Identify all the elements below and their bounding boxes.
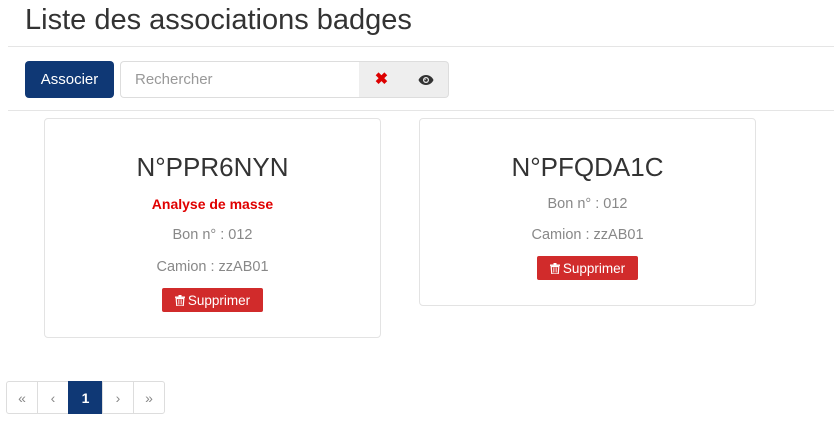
delete-button[interactable]: Supprimer [162, 288, 263, 312]
header-divider [8, 46, 834, 47]
toolbar: Associer ✖ [25, 61, 449, 98]
camion-label: Camion : zzAB01 [531, 227, 644, 243]
clear-search-button[interactable]: ✖ [359, 61, 404, 98]
close-icon: ✖ [374, 70, 389, 88]
delete-label: Supprimer [562, 260, 626, 276]
toggle-view-button[interactable] [404, 61, 449, 98]
search-group: ✖ [120, 61, 449, 98]
trash-icon [174, 294, 185, 306]
bon-number: Bon n° : 012 [547, 196, 628, 212]
page-next-button[interactable]: › [102, 381, 134, 414]
page-first-button[interactable]: « [6, 381, 38, 414]
camion-label: Camion : zzAB01 [156, 259, 269, 275]
associer-button[interactable]: Associer [25, 61, 114, 98]
trash-icon [549, 262, 560, 274]
delete-label: Supprimer [187, 292, 251, 308]
badge-card: N°PPR6NYN Analyse de masse Bon n° : 012 … [44, 118, 381, 338]
badge-number: N°PPR6NYN [136, 152, 289, 182]
search-input[interactable] [120, 61, 359, 98]
bon-number: Bon n° : 012 [172, 227, 253, 243]
page-title: Liste des associations badges [25, 4, 412, 36]
page-current-button[interactable]: 1 [68, 381, 103, 414]
eye-icon [418, 74, 434, 85]
delete-button[interactable]: Supprimer [537, 256, 638, 280]
page-prev-button[interactable]: ‹ [37, 381, 69, 414]
toolbar-divider [8, 110, 834, 111]
analysis-flag: Analyse de masse [151, 196, 274, 212]
badge-card: N°PFQDA1C Bon n° : 012 Camion : zzAB01 S… [419, 118, 756, 306]
badge-number: N°PFQDA1C [511, 152, 664, 182]
pagination: « ‹ 1 › » [6, 381, 165, 414]
page-last-button[interactable]: » [133, 381, 165, 414]
